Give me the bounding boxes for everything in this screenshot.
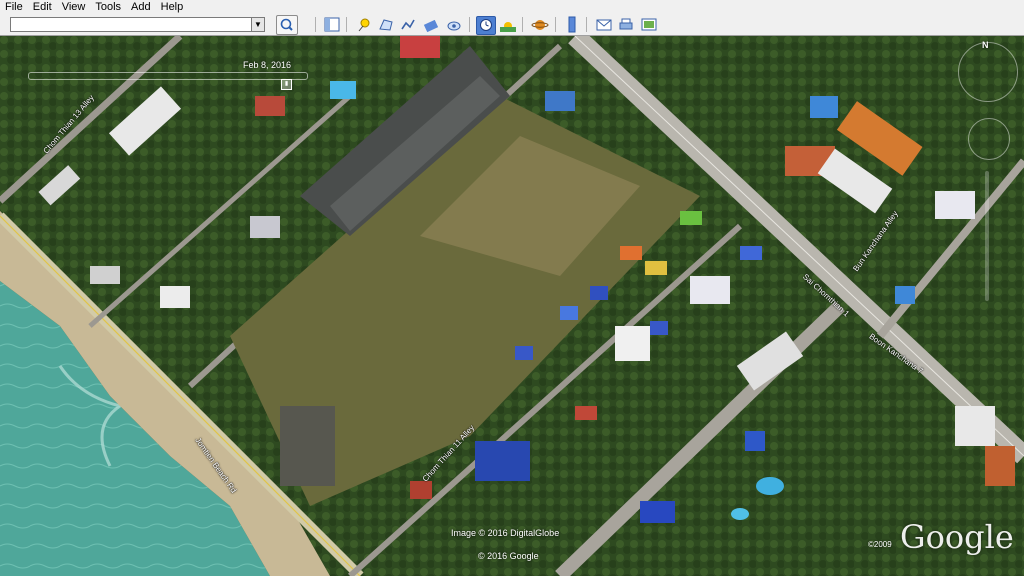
historical-date-label: Feb 8, 2016 (243, 60, 292, 70)
sidebar-icon (324, 17, 340, 32)
north-indicator: N (982, 40, 989, 50)
historical-imagery-button[interactable] (476, 16, 496, 35)
time-slider-thumb[interactable]: ▮ (281, 79, 292, 90)
toolbar: ▼ (0, 14, 1024, 36)
menu-file[interactable]: File (0, 0, 28, 14)
sun-button[interactable] (499, 16, 517, 33)
overlay-icon (423, 19, 439, 33)
search-button[interactable] (276, 15, 298, 35)
historical-imagery-icon (480, 19, 492, 31)
sidebar-button[interactable] (323, 16, 341, 33)
polygon-button[interactable] (377, 16, 395, 33)
toolbar-separator (346, 17, 347, 32)
email-button[interactable] (595, 16, 613, 33)
imagery-attribution: Image © 2016 DigitalGlobe (451, 528, 560, 538)
menu-edit[interactable]: Edit (28, 0, 57, 14)
ruler-button[interactable] (563, 16, 581, 33)
planets-icon (531, 20, 549, 30)
search-icon (280, 18, 293, 31)
toolbar-separator (522, 17, 523, 32)
sun-icon (500, 22, 516, 32)
print-icon (619, 18, 633, 30)
historical-time-slider[interactable] (28, 72, 308, 80)
path-button[interactable] (399, 16, 417, 33)
path-icon (401, 19, 415, 30)
menu-bar: File Edit View Tools Add Help (0, 0, 1024, 14)
polygon-icon (379, 19, 393, 31)
search-dropdown-button[interactable]: ▼ (251, 17, 265, 32)
save-image-icon (641, 18, 657, 31)
search-input[interactable] (10, 17, 262, 32)
save-image-button[interactable] (640, 16, 658, 33)
map-view[interactable]: Feb 8, 2016 ▮ Chom Thian 13 Alley Jomtie… (0, 36, 1024, 576)
toolbar-separator (586, 17, 587, 32)
menu-tools[interactable]: Tools (90, 0, 126, 14)
google-copyright: © 2016 Google (478, 551, 539, 561)
record-tour-icon (447, 21, 461, 31)
toolbar-separator (469, 17, 470, 32)
toolbar-separator (555, 17, 556, 32)
zoom-slider[interactable] (985, 171, 989, 301)
record-tour-button[interactable] (445, 16, 463, 33)
menu-help[interactable]: Help (156, 0, 189, 14)
print-button[interactable] (617, 16, 635, 33)
move-navigation-ring[interactable] (968, 118, 1010, 160)
data-year-label: ©2009 (868, 540, 892, 549)
placemark-button[interactable] (355, 16, 373, 33)
google-logo: Google (900, 518, 1014, 556)
placemark-icon (358, 18, 370, 32)
toolbar-separator (315, 17, 316, 32)
menu-add[interactable]: Add (126, 0, 156, 14)
ruler-icon (568, 16, 576, 33)
satellite-imagery (0, 36, 1024, 576)
planets-button[interactable] (531, 16, 549, 33)
look-navigation-ring[interactable] (958, 42, 1018, 102)
email-icon (596, 19, 612, 31)
menu-view[interactable]: View (57, 0, 91, 14)
overlay-button[interactable] (422, 16, 440, 33)
